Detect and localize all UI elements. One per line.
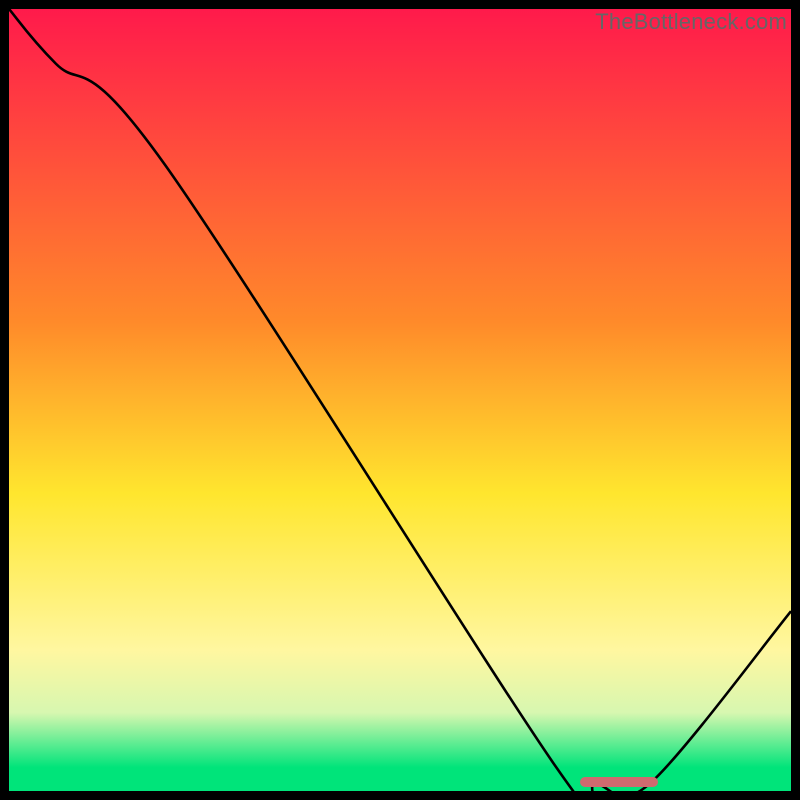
chart-svg	[9, 9, 791, 791]
watermark-text: TheBottleneck.com	[595, 9, 787, 35]
gradient-background	[9, 9, 791, 791]
chart-frame: TheBottleneck.com	[9, 9, 791, 791]
optimal-range-marker	[580, 777, 658, 787]
